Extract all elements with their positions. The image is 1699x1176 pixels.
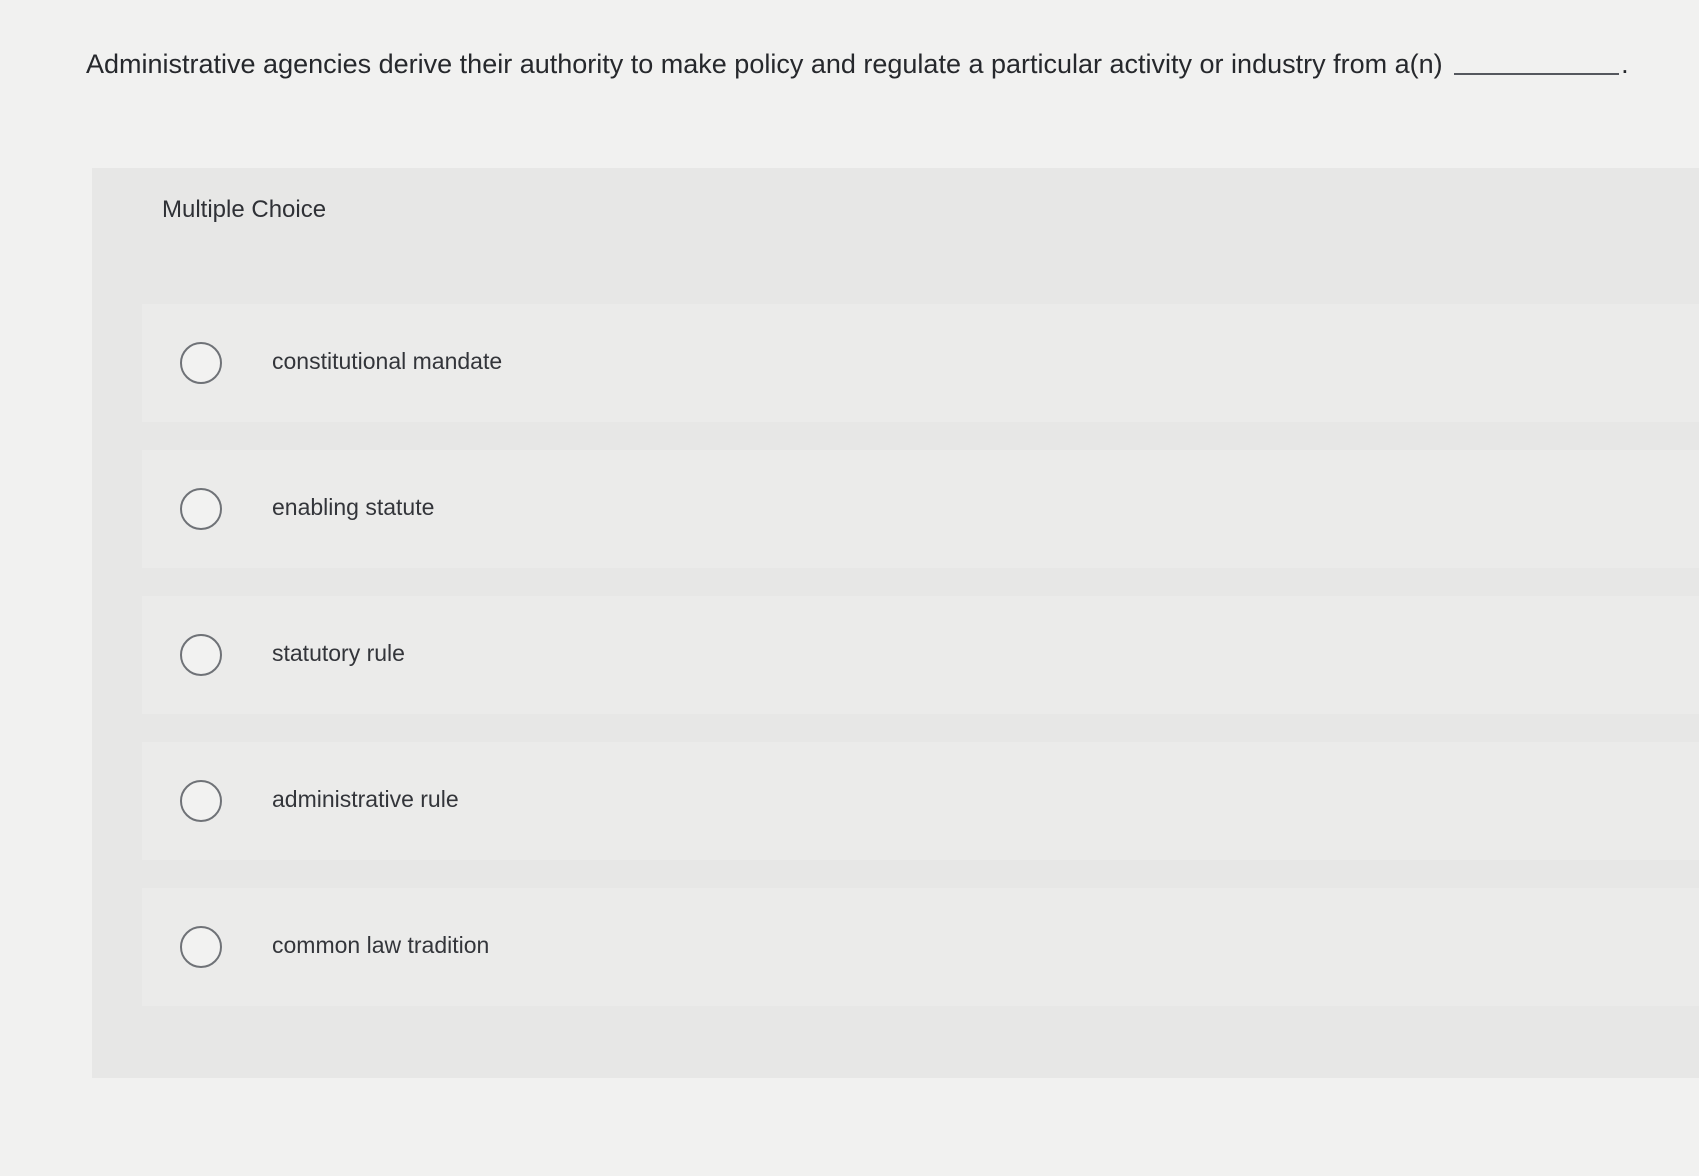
answer-options: constitutional mandate enabling statute … xyxy=(142,304,1699,1034)
answer-option-statutory-rule[interactable]: statutory rule xyxy=(142,596,1699,714)
answer-option-label: constitutional mandate xyxy=(272,348,503,374)
answer-option-administrative-rule[interactable]: administrative rule xyxy=(142,742,1699,860)
radio-button[interactable] xyxy=(180,342,222,384)
answer-option-enabling-statute[interactable]: enabling statute xyxy=(142,450,1699,568)
answer-option-label: statutory rule xyxy=(272,640,405,666)
answer-option-common-law-tradition[interactable]: common law tradition xyxy=(142,888,1699,1006)
answer-option-constitutional-mandate[interactable]: constitutional mandate xyxy=(142,304,1699,422)
multiple-choice-header: Multiple Choice xyxy=(162,196,327,223)
answer-blank xyxy=(1454,53,1620,75)
multiple-choice-card: Multiple Choice constitutional mandate e… xyxy=(92,168,1699,1078)
question-prompt: Administrative agencies derive their aut… xyxy=(86,44,1676,84)
question-period: . xyxy=(1621,49,1629,79)
answer-option-label: enabling statute xyxy=(272,494,435,520)
radio-button[interactable] xyxy=(180,634,222,676)
radio-button[interactable] xyxy=(180,780,222,822)
answer-option-label: common law tradition xyxy=(272,932,490,958)
question-text: Administrative agencies derive their aut… xyxy=(86,49,1443,79)
answer-option-label: administrative rule xyxy=(272,786,459,812)
radio-button[interactable] xyxy=(180,926,222,968)
radio-button[interactable] xyxy=(180,488,222,530)
